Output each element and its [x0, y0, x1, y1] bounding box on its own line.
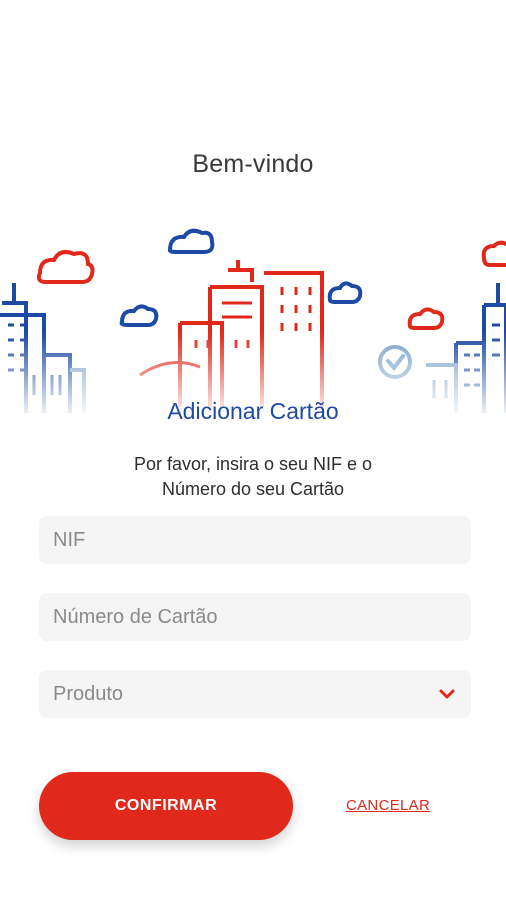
add-card-title: Adicionar Cartão [167, 398, 339, 424]
welcome-heading: Bem-vindo [192, 150, 314, 178]
instructions-line-2: Número do seu Cartão [161, 479, 345, 499]
product-select-label: Produto [53, 682, 124, 705]
nif-field[interactable] [39, 516, 471, 564]
instructions-line-1: Por favor, insira o seu NIF e o [133, 454, 373, 474]
chevron-down-icon[interactable] [437, 684, 457, 704]
card-number-field[interactable] [39, 593, 471, 641]
confirm-button[interactable]: CONFIRMAR [39, 772, 293, 840]
instructions-text: Por favor, insira o seu NIF e o Número d… [0, 452, 506, 502]
nif-input[interactable] [53, 528, 457, 552]
card-number-input[interactable] [53, 605, 457, 629]
cancel-link[interactable]: CANCELAR [346, 797, 430, 814]
city-illustration [0, 225, 506, 420]
product-select[interactable]: Produto [39, 670, 471, 718]
